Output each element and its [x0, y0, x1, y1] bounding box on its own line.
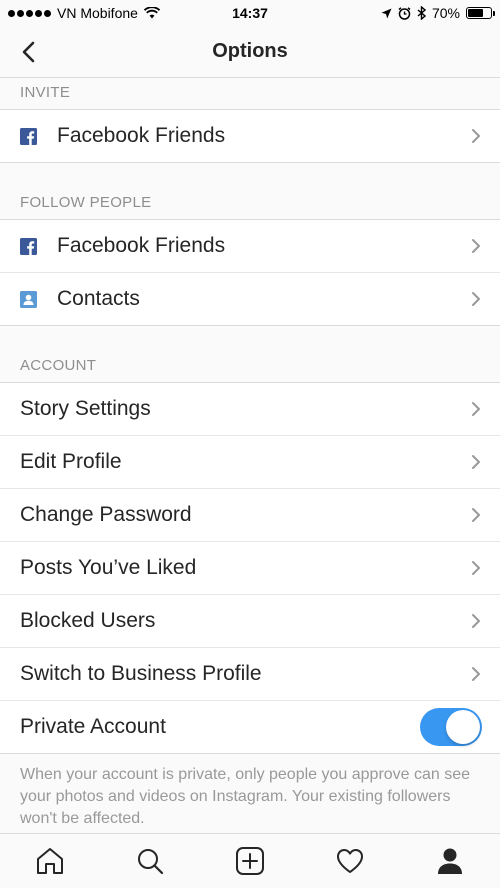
status-bar-right: 70% — [381, 5, 495, 21]
section-header-invite: INVITE — [0, 78, 500, 110]
tab-activity[interactable] — [330, 841, 370, 881]
tab-profile[interactable] — [430, 841, 470, 881]
status-bar-left: VN Mobifone — [8, 5, 160, 21]
tab-home[interactable] — [30, 841, 70, 881]
chevron-right-icon — [472, 455, 480, 469]
heart-icon — [337, 849, 363, 873]
private-account-row: Private Account — [0, 701, 500, 754]
battery-fill — [468, 9, 484, 17]
status-bar: VN Mobifone 14:37 70% — [0, 0, 500, 26]
chevron-right-icon — [472, 239, 480, 253]
section-header-account: ACCOUNT — [0, 326, 500, 383]
contacts-label: Contacts — [57, 287, 140, 310]
chevron-right-icon — [472, 402, 480, 416]
alarm-clock-icon — [398, 6, 411, 20]
contacts-icon — [20, 290, 37, 308]
tab-search[interactable] — [130, 841, 170, 881]
story-settings-row[interactable]: Story Settings — [0, 383, 500, 436]
options-list[interactable]: INVITE Facebook Friends FOLLOW PEOPLE Fa… — [0, 78, 500, 833]
chevron-right-icon — [472, 129, 480, 143]
switch-business-profile-label: Switch to Business Profile — [20, 662, 262, 685]
wifi-icon — [143, 7, 160, 19]
switch-business-profile-row[interactable]: Switch to Business Profile — [0, 648, 500, 701]
contacts-row[interactable]: Contacts — [0, 273, 500, 326]
edit-profile-row[interactable]: Edit Profile — [0, 436, 500, 489]
tab-add-post[interactable] — [230, 841, 270, 881]
follow-facebook-friends-label: Facebook Friends — [57, 234, 226, 257]
toggle-knob — [446, 710, 480, 744]
blocked-users-row[interactable]: Blocked Users — [0, 595, 500, 648]
private-account-footnote: When your account is private, only peopl… — [20, 766, 471, 827]
carrier-name: VN Mobifone — [57, 5, 138, 21]
battery-icon — [466, 7, 495, 19]
facebook-icon — [20, 127, 37, 145]
posts-liked-label: Posts You’ve Liked — [20, 556, 197, 579]
tab-bar — [0, 833, 500, 888]
location-arrow-icon — [381, 8, 392, 18]
private-account-toggle[interactable] — [420, 708, 482, 746]
chevron-right-icon — [472, 667, 480, 681]
status-time: 14:37 — [232, 5, 268, 21]
edit-profile-label: Edit Profile — [20, 450, 122, 473]
add-post-icon — [236, 847, 264, 875]
page-title: Options — [212, 40, 288, 62]
invite-facebook-friends-label: Facebook Friends — [57, 124, 226, 147]
chevron-right-icon — [472, 561, 480, 575]
navigation-bar: Options — [0, 26, 500, 78]
battery-percent: 70% — [431, 5, 460, 21]
chevron-left-icon[interactable] — [16, 38, 44, 66]
chevron-right-icon — [472, 292, 480, 306]
private-account-label: Private Account — [20, 715, 166, 738]
chevron-right-icon — [472, 614, 480, 628]
follow-facebook-friends-row[interactable]: Facebook Friends — [0, 220, 500, 273]
section-header-follow-people: FOLLOW PEOPLE — [0, 163, 500, 220]
posts-liked-row[interactable]: Posts You’ve Liked — [0, 542, 500, 595]
facebook-icon — [20, 237, 37, 255]
change-password-label: Change Password — [20, 503, 192, 526]
home-icon — [37, 848, 63, 874]
story-settings-label: Story Settings — [20, 397, 151, 420]
profile-icon — [438, 848, 462, 874]
blocked-users-label: Blocked Users — [20, 609, 156, 632]
signal-dots-icon — [8, 9, 51, 17]
invite-facebook-friends-row[interactable]: Facebook Friends — [0, 110, 500, 163]
chevron-right-icon — [472, 508, 480, 522]
search-icon — [138, 849, 164, 875]
bluetooth-icon — [417, 6, 426, 20]
change-password-row[interactable]: Change Password — [0, 489, 500, 542]
